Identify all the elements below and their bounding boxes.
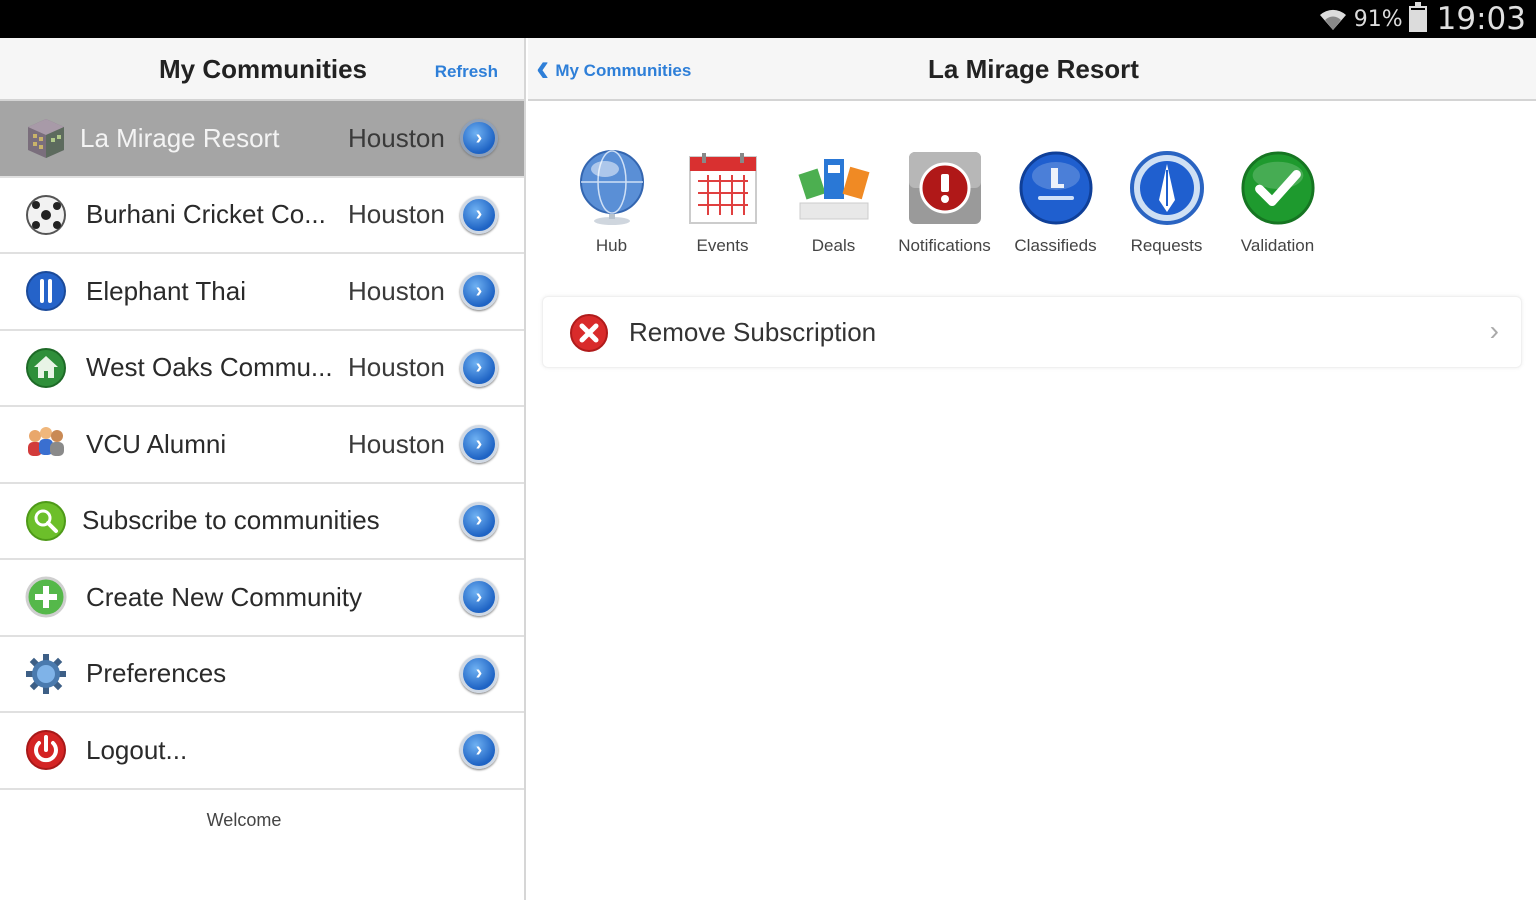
chevron-right-icon[interactable]: › <box>460 425 498 464</box>
battery-icon <box>1408 2 1427 32</box>
menu-label: Logout... <box>86 734 188 765</box>
search-icon <box>22 497 70 545</box>
tool-label: Deals <box>811 236 856 255</box>
tool-deals[interactable]: Deals <box>778 148 889 256</box>
community-row-west-oaks[interactable]: West Oaks Commu... Houston › <box>0 331 524 407</box>
community-row-la-mirage-resort[interactable]: La Mirage Resort Houston › <box>0 101 524 178</box>
tool-label: Requests <box>1130 236 1203 255</box>
tool-label: Events <box>696 236 749 255</box>
globe-icon <box>574 148 650 228</box>
community-city: Houston <box>348 428 445 459</box>
communities-list: La Mirage Resort Houston › Burhani Crick… <box>0 101 524 790</box>
battery-percent: 91% <box>1353 6 1403 32</box>
chevron-right-icon[interactable]: › <box>460 654 498 693</box>
remove-icon <box>570 314 608 352</box>
status-indicators: 91% 19:03 <box>1318 0 1526 38</box>
chevron-right-icon: › <box>1489 315 1499 346</box>
requests-icon <box>1129 148 1205 228</box>
status-bar: 91% 19:03 <box>0 0 1536 38</box>
remove-subscription-label: Remove Subscription <box>629 317 877 347</box>
subscribe-communities-row[interactable]: Subscribe to communities › <box>0 484 524 560</box>
gear-icon <box>22 650 70 698</box>
building-icon <box>22 114 70 162</box>
tool-hub[interactable]: Hub <box>556 148 667 256</box>
communities-header: My Communities Refresh <box>0 38 524 101</box>
refresh-button[interactable]: Refresh <box>435 62 498 82</box>
community-city: Houston <box>348 275 445 306</box>
menu-label: Preferences <box>86 658 227 689</box>
menu-label: Create New Community <box>86 581 362 612</box>
wifi-icon <box>1319 9 1346 30</box>
alert-icon <box>907 148 983 228</box>
preferences-row[interactable]: Preferences › <box>0 637 524 713</box>
people-icon <box>22 420 70 468</box>
classifieds-icon <box>1018 148 1094 228</box>
chevron-right-icon[interactable]: › <box>460 272 498 311</box>
tool-events[interactable]: Events <box>667 148 778 256</box>
tool-validation[interactable]: Validation <box>1222 148 1333 256</box>
logout-row[interactable]: Logout... › <box>0 713 524 790</box>
tool-label: Classifieds <box>1014 236 1097 255</box>
tool-classifieds[interactable]: Classifieds <box>1000 148 1111 256</box>
back-label: My Communities <box>555 61 692 80</box>
detail-title: La Mirage Resort <box>928 54 1139 84</box>
chevron-right-icon[interactable]: › <box>460 731 498 770</box>
remove-subscription-row[interactable]: Remove Subscription › <box>542 296 1522 368</box>
community-city: Houston <box>348 199 445 230</box>
community-name: VCU Alumni <box>86 428 227 459</box>
community-row-vcu-alumni[interactable]: VCU Alumni Houston › <box>0 407 524 484</box>
calendar-icon <box>685 148 761 228</box>
chevron-right-icon[interactable]: › <box>460 195 498 234</box>
checkmark-icon <box>1240 148 1316 228</box>
tool-label: Notifications <box>898 236 991 255</box>
chevron-right-icon[interactable]: › <box>460 501 498 540</box>
restaurant-icon <box>22 267 70 315</box>
clock: 19:03 <box>1436 1 1526 37</box>
welcome-text: Welcome <box>206 809 282 830</box>
menu-label: Subscribe to communities <box>82 505 380 536</box>
community-name: La Mirage Resort <box>80 122 280 153</box>
community-row-elephant-thai[interactable]: Elephant Thai Houston › <box>0 254 524 331</box>
add-icon <box>22 573 70 621</box>
back-button[interactable]: ‹ My Communities <box>536 46 692 90</box>
feature-toolbar: Hub Events Deals Notifications Classifie… <box>556 148 1333 256</box>
chevron-right-icon[interactable]: › <box>460 119 498 158</box>
chevron-left-icon: ‹ <box>536 46 550 90</box>
communities-title: My Communities <box>158 54 368 84</box>
tool-notifications[interactable]: Notifications <box>889 148 1000 256</box>
community-detail-pane: ‹ My Communities La Mirage Resort Hub Ev… <box>528 38 1536 900</box>
chevron-right-icon[interactable]: › <box>460 348 498 387</box>
community-name: Elephant Thai <box>86 275 246 306</box>
cricket-ball-icon <box>22 191 70 239</box>
tool-label: Hub <box>595 236 628 255</box>
community-name: Burhani Cricket Co... <box>86 199 326 230</box>
home-community-icon <box>22 344 70 392</box>
community-city: Houston <box>348 352 445 383</box>
create-community-row[interactable]: Create New Community › <box>0 560 524 637</box>
tool-label: Validation <box>1240 236 1315 255</box>
community-name: West Oaks Commu... <box>86 352 333 383</box>
detail-header: ‹ My Communities La Mirage Resort <box>528 38 1536 101</box>
community-row-burhani-cricket[interactable]: Burhani Cricket Co... Houston › <box>0 178 524 254</box>
deals-icon <box>796 148 872 228</box>
tool-requests[interactable]: Requests <box>1111 148 1222 256</box>
chevron-right-icon[interactable]: › <box>460 578 498 617</box>
power-icon <box>22 726 70 774</box>
communities-pane: My Communities Refresh La Mirage Resort … <box>0 38 526 900</box>
community-city: Houston <box>348 122 445 153</box>
